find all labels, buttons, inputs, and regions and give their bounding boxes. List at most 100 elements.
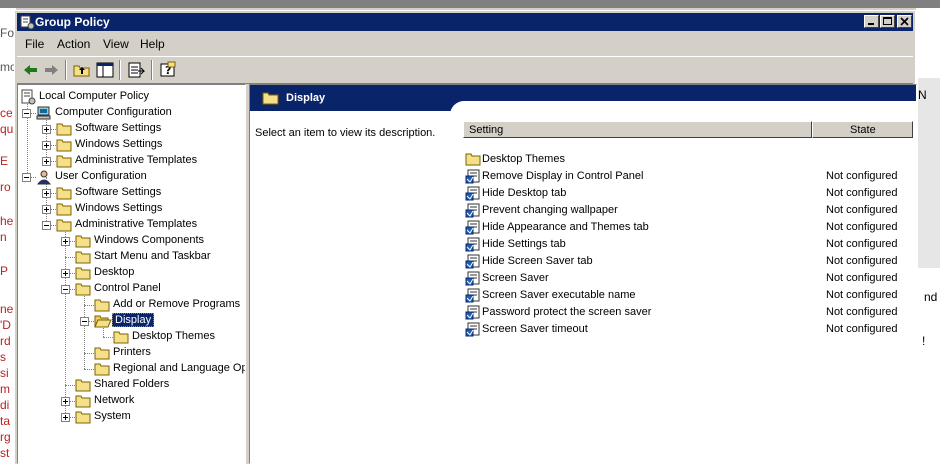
expand-icon[interactable] bbox=[42, 157, 51, 166]
collapse-icon[interactable] bbox=[42, 221, 51, 230]
help-icon[interactable]: ? bbox=[158, 60, 178, 80]
folder-icon bbox=[75, 409, 91, 428]
menu-bar: File Action View Help bbox=[17, 33, 913, 53]
collapse-icon[interactable] bbox=[22, 173, 31, 182]
forward-icon[interactable] bbox=[41, 60, 61, 80]
tree-node-label: User Configuration bbox=[55, 170, 147, 182]
tree-node-cc-windows[interactable]: Windows Settings bbox=[18, 137, 245, 153]
tree-node-label: Computer Configuration bbox=[55, 106, 172, 118]
menu-view[interactable]: View bbox=[103, 37, 129, 51]
tree-node-root[interactable]: Local Computer Policy bbox=[18, 89, 245, 105]
background-text-fragment: rg bbox=[0, 430, 11, 444]
background-text-fragment: st bbox=[0, 446, 10, 460]
expand-icon[interactable] bbox=[42, 125, 51, 134]
tree-node-uc-software[interactable]: Software Settings bbox=[18, 185, 245, 201]
menu-action[interactable]: Action bbox=[57, 37, 90, 51]
tree-node-label: System bbox=[94, 410, 131, 422]
back-icon[interactable] bbox=[21, 60, 41, 80]
column-header-setting[interactable]: Setting bbox=[463, 121, 812, 138]
settings-row[interactable]: Prevent changing wallpaper Not configured bbox=[463, 202, 915, 219]
collapse-icon[interactable] bbox=[22, 109, 31, 118]
setting-name: Screen Saver bbox=[482, 272, 549, 284]
expand-icon[interactable] bbox=[61, 397, 70, 406]
close-button[interactable] bbox=[897, 15, 912, 28]
show-hide-tree-icon[interactable] bbox=[95, 60, 115, 80]
up-one-level-icon[interactable] bbox=[72, 60, 92, 80]
expand-icon[interactable] bbox=[61, 413, 70, 422]
settings-row[interactable]: Screen Saver Not configured bbox=[463, 270, 915, 287]
menu-help[interactable]: Help bbox=[140, 37, 165, 51]
settings-row[interactable]: Hide Desktop tab Not configured bbox=[463, 185, 915, 202]
window-title: Group Policy bbox=[35, 15, 110, 29]
tree-node-label: Windows Settings bbox=[75, 202, 163, 214]
tree-node-add-remove[interactable]: Add or Remove Programs bbox=[18, 297, 245, 313]
policy-setting-icon bbox=[465, 219, 481, 235]
background-text-fragment: E bbox=[0, 154, 9, 168]
setting-state: Not configured bbox=[826, 272, 898, 284]
tree-node-regional[interactable]: Regional and Language Op bbox=[18, 361, 245, 377]
collapse-icon[interactable] bbox=[61, 285, 70, 294]
tree-node-user-configuration[interactable]: User Configuration bbox=[18, 169, 245, 185]
setting-state: Not configured bbox=[826, 289, 898, 301]
toolbar-separator bbox=[151, 60, 153, 80]
collapse-icon[interactable] bbox=[80, 317, 89, 326]
background-text-nd: nd bbox=[924, 290, 938, 304]
tree-node-printers[interactable]: Printers bbox=[18, 345, 245, 361]
settings-row[interactable]: Hide Settings tab Not configured bbox=[463, 236, 915, 253]
tree-node-network[interactable]: Network bbox=[18, 393, 245, 409]
tree-node-label: Software Settings bbox=[75, 186, 162, 198]
settings-row[interactable]: Screen Saver executable name Not configur… bbox=[463, 287, 915, 304]
tree-node-display[interactable]: Display bbox=[18, 313, 245, 329]
toolbar: ? bbox=[17, 56, 913, 84]
title-bar[interactable]: Group Policy bbox=[17, 13, 913, 31]
group-policy-icon bbox=[19, 14, 35, 30]
minimize-button[interactable] bbox=[864, 15, 879, 28]
settings-row[interactable]: Remove Display in Control Panel Not confi… bbox=[463, 168, 915, 185]
tree-node-cc-admin[interactable]: Administrative Templates bbox=[18, 153, 245, 169]
details-title: Display bbox=[286, 92, 326, 104]
tree-node-control-panel[interactable]: Control Panel bbox=[18, 281, 245, 297]
tree-node-windows-components[interactable]: Windows Components bbox=[18, 233, 245, 249]
expand-icon[interactable] bbox=[61, 269, 70, 278]
background-text-fragment: ta bbox=[0, 414, 11, 428]
expand-icon[interactable] bbox=[61, 237, 70, 246]
details-header: Display bbox=[250, 85, 916, 121]
expand-icon[interactable] bbox=[42, 189, 51, 198]
details-pane: Display Select an item to view its descr… bbox=[249, 84, 917, 464]
background-text-exclaim: ! bbox=[922, 334, 926, 348]
policy-setting-icon bbox=[465, 304, 481, 320]
expand-icon[interactable] bbox=[42, 141, 51, 150]
tree-node-desktop-themes[interactable]: Desktop Themes bbox=[18, 329, 245, 345]
settings-row[interactable]: Desktop Themes bbox=[463, 151, 915, 168]
tree-node-system[interactable]: System bbox=[18, 409, 245, 428]
tree-node-computer-configuration[interactable]: Computer Configuration bbox=[18, 105, 245, 121]
tree-node-uc-windows[interactable]: Windows Settings bbox=[18, 201, 245, 217]
tree-node-start-menu[interactable]: Start Menu and Taskbar bbox=[18, 249, 245, 265]
settings-row[interactable]: Hide Appearance and Themes tab Not config… bbox=[463, 219, 915, 236]
background-text-fragment: s bbox=[0, 350, 6, 364]
settings-row[interactable]: Password protect the screen saver Not con… bbox=[463, 304, 915, 321]
tree-node-label: Desktop bbox=[94, 266, 135, 278]
setting-name: Remove Display in Control Panel bbox=[482, 170, 644, 182]
setting-state: Not configured bbox=[826, 255, 898, 267]
policy-setting-icon bbox=[465, 321, 481, 337]
settings-row[interactable]: Screen Saver timeout Not configured bbox=[463, 321, 915, 338]
tree-node-label: Desktop Themes bbox=[132, 330, 215, 342]
menu-file[interactable]: File bbox=[25, 37, 44, 51]
tree-node-uc-admin[interactable]: Administrative Templates bbox=[18, 217, 245, 233]
setting-name: Password protect the screen saver bbox=[482, 306, 652, 318]
tree-node-shared-folders[interactable]: Shared Folders bbox=[18, 377, 245, 393]
tree-node-cc-software[interactable]: Software Settings bbox=[18, 121, 245, 137]
background-text-fragment: ro bbox=[0, 180, 11, 194]
toolbar-separator bbox=[119, 60, 121, 80]
folder-icon bbox=[465, 151, 481, 167]
column-header-state[interactable]: State bbox=[812, 121, 913, 138]
settings-row[interactable]: Hide Screen Saver tab Not configured bbox=[463, 253, 915, 270]
export-list-icon[interactable] bbox=[126, 60, 146, 80]
maximize-button[interactable] bbox=[880, 15, 895, 28]
background-text-fragment: P bbox=[0, 264, 9, 278]
expand-icon[interactable] bbox=[42, 205, 51, 214]
background-window-strip bbox=[0, 0, 940, 8]
tree-node-desktop[interactable]: Desktop bbox=[18, 265, 245, 281]
setting-name: Prevent changing wallpaper bbox=[482, 204, 618, 216]
